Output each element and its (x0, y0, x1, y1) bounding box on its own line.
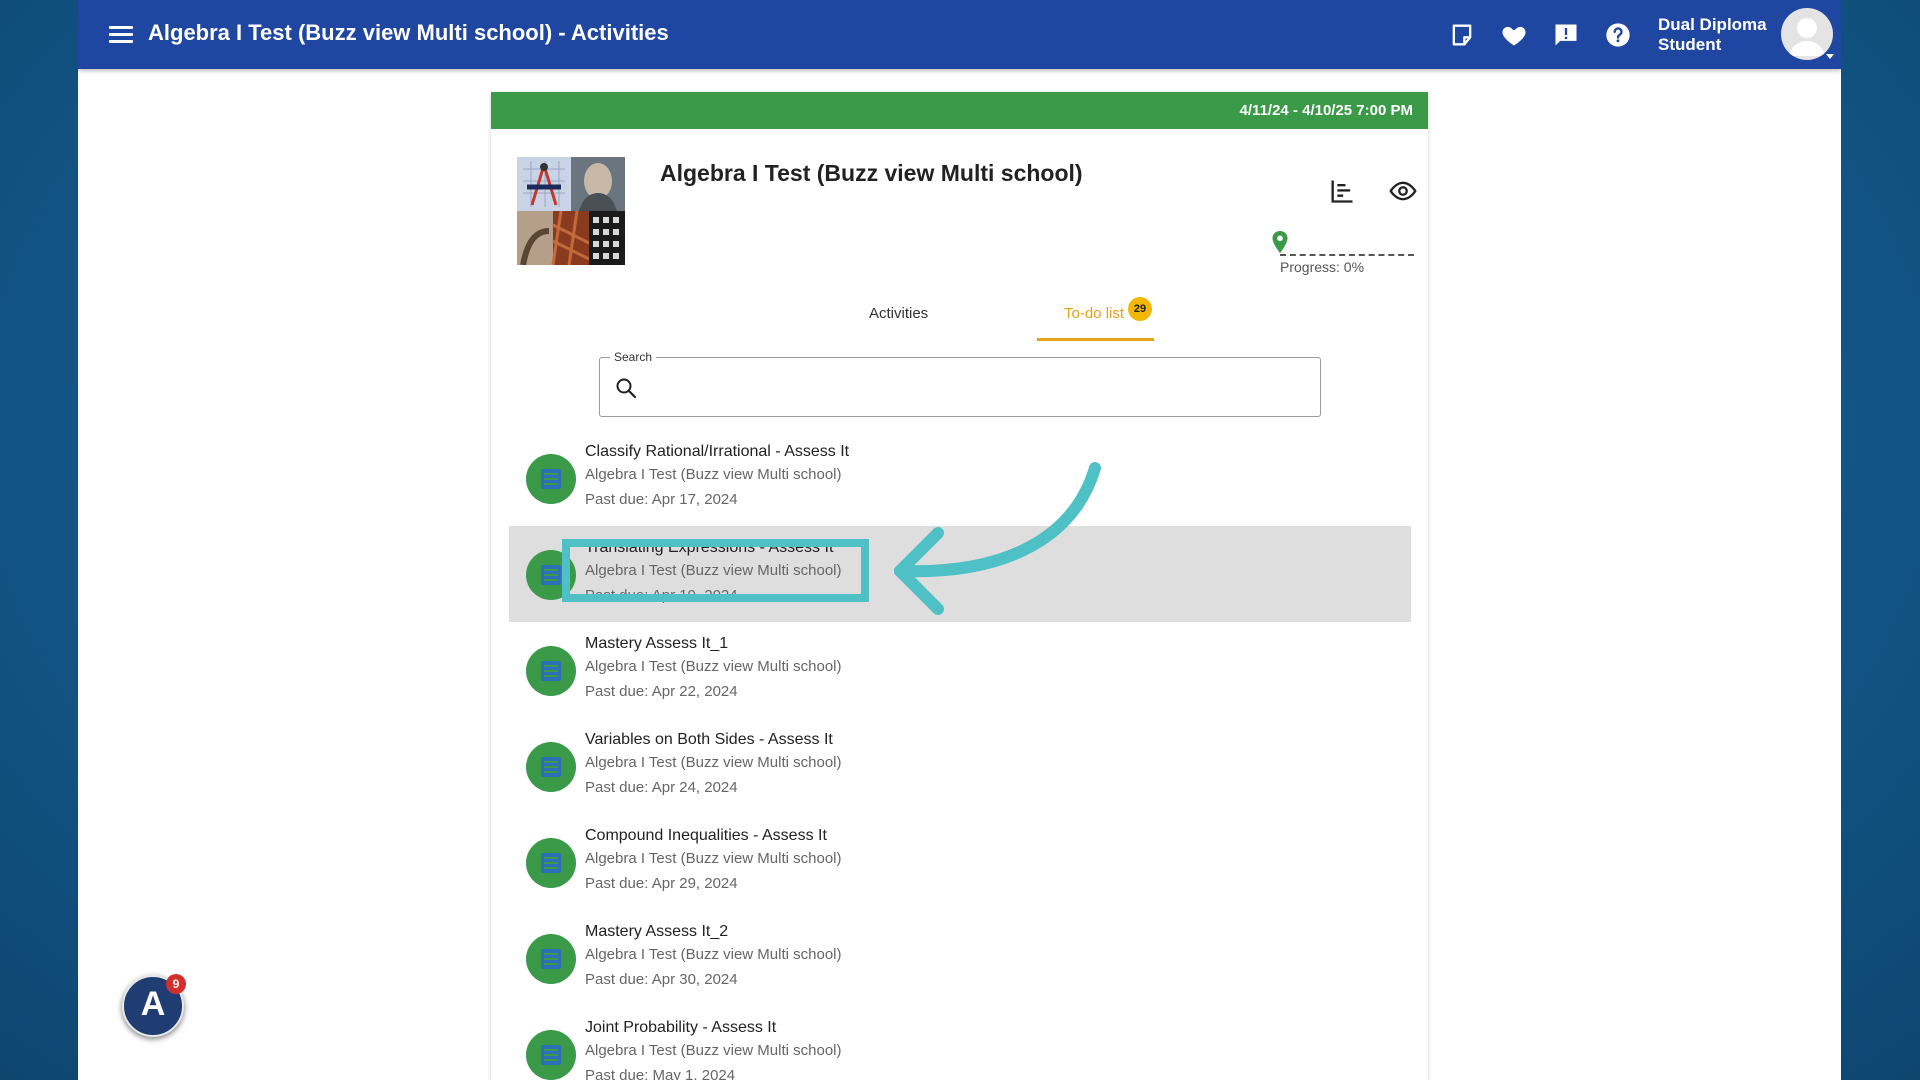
item-title: Classify Rational/Irrational - Assess It (585, 443, 850, 460)
notification-badge: 9 (166, 974, 186, 994)
user-name: Dual Diploma Student (1658, 15, 1778, 55)
list-item[interactable]: Mastery Assess It_2 Algebra I Test (Buzz… (509, 910, 1411, 1006)
assessment-icon (526, 454, 576, 504)
list-item-selected[interactable]: Translating Expressions - Assess It Alge… (509, 526, 1411, 622)
item-course: Algebra I Test (Buzz view Multi school) (585, 658, 842, 675)
item-due-date: Past due: Apr 19, 2024 (585, 587, 738, 604)
user-name-line1: Dual Diploma (1658, 15, 1767, 34)
avatar[interactable] (1781, 8, 1833, 60)
item-title: Mastery Assess It_2 (585, 923, 729, 940)
chart-icon[interactable] (1328, 177, 1356, 205)
help-icon[interactable] (1604, 21, 1632, 49)
menu-line (109, 33, 133, 36)
search-label: Search (610, 350, 657, 364)
item-course: Algebra I Test (Buzz view Multi school) (585, 946, 842, 963)
active-tab-indicator (1037, 338, 1154, 341)
assessment-icon (526, 1030, 576, 1080)
course-title: Algebra I Test (Buzz view Multi school) (660, 160, 1083, 186)
heart-icon[interactable] (1500, 21, 1528, 49)
item-course: Algebra I Test (Buzz view Multi school) (585, 754, 842, 771)
tab-todo-list[interactable]: To-do list (1064, 305, 1124, 322)
search-input[interactable] (648, 370, 1302, 406)
course-thumbnail (517, 157, 625, 265)
list-item[interactable]: Variables on Both Sides - Assess It Alge… (509, 718, 1411, 814)
item-due-date: Past due: Apr 22, 2024 (585, 683, 738, 700)
course-card: 4/11/24 - 4/10/25 7:00 PM Algebra I Test… (491, 92, 1428, 1080)
item-course: Algebra I Test (Buzz view Multi school) (585, 1042, 842, 1059)
menu-line (109, 40, 133, 43)
item-course: Algebra I Test (Buzz view Multi school) (585, 562, 842, 579)
assessment-icon (526, 742, 576, 792)
tab-activities[interactable]: Activities (869, 305, 928, 322)
list-item[interactable]: Compound Inequalities - Assess It Algebr… (509, 814, 1411, 910)
menu-line (109, 26, 133, 29)
item-title: Compound Inequalities - Assess It (585, 827, 827, 844)
item-due-date: Past due: Apr 17, 2024 (585, 491, 738, 508)
todo-count-badge: 29 (1128, 297, 1152, 321)
search-field[interactable]: Search (599, 350, 1321, 417)
view-icon[interactable] (1389, 177, 1417, 205)
item-title: Joint Probability - Assess It (585, 1019, 777, 1036)
item-due-date: Past due: Apr 30, 2024 (585, 971, 738, 988)
date-range-bar: 4/11/24 - 4/10/25 7:00 PM (491, 92, 1428, 129)
assessment-icon (526, 934, 576, 984)
assessment-icon (526, 646, 576, 696)
page-title: Algebra I Test (Buzz view Multi school) … (148, 20, 669, 45)
assessment-icon (526, 550, 576, 600)
progress-label: Progress: 0% (1280, 259, 1365, 275)
assessment-icon (526, 838, 576, 888)
list-item[interactable]: Mastery Assess It_1 Algebra I Test (Buzz… (509, 622, 1411, 718)
top-bar: Algebra I Test (Buzz view Multi school) … (78, 0, 1841, 69)
item-title: Translating Expressions - Assess It (585, 539, 834, 556)
item-title: Variables on Both Sides - Assess It (585, 731, 833, 748)
chevron-down-icon[interactable] (1826, 54, 1834, 59)
feedback-icon[interactable] (1552, 21, 1580, 49)
progress-track (1280, 254, 1414, 256)
location-pin-icon (1271, 230, 1289, 254)
user-name-line2: Student (1658, 35, 1722, 54)
item-title: Mastery Assess It_1 (585, 635, 729, 652)
search-icon (614, 376, 638, 400)
hamburger-menu-button[interactable] (108, 22, 134, 48)
item-due-date: Past due: May 1, 2024 (585, 1067, 736, 1080)
todo-list: Classify Rational/Irrational - Assess It… (509, 430, 1411, 1080)
notes-icon[interactable] (1448, 21, 1476, 49)
list-item[interactable]: Joint Probability - Assess It Algebra I … (509, 1006, 1411, 1080)
item-course: Algebra I Test (Buzz view Multi school) (585, 466, 842, 483)
list-item[interactable]: Classify Rational/Irrational - Assess It… (509, 430, 1411, 526)
item-course: Algebra I Test (Buzz view Multi school) (585, 850, 842, 867)
item-due-date: Past due: Apr 24, 2024 (585, 779, 738, 796)
app-window: Algebra I Test (Buzz view Multi school) … (78, 0, 1841, 1080)
item-due-date: Past due: Apr 29, 2024 (585, 875, 738, 892)
